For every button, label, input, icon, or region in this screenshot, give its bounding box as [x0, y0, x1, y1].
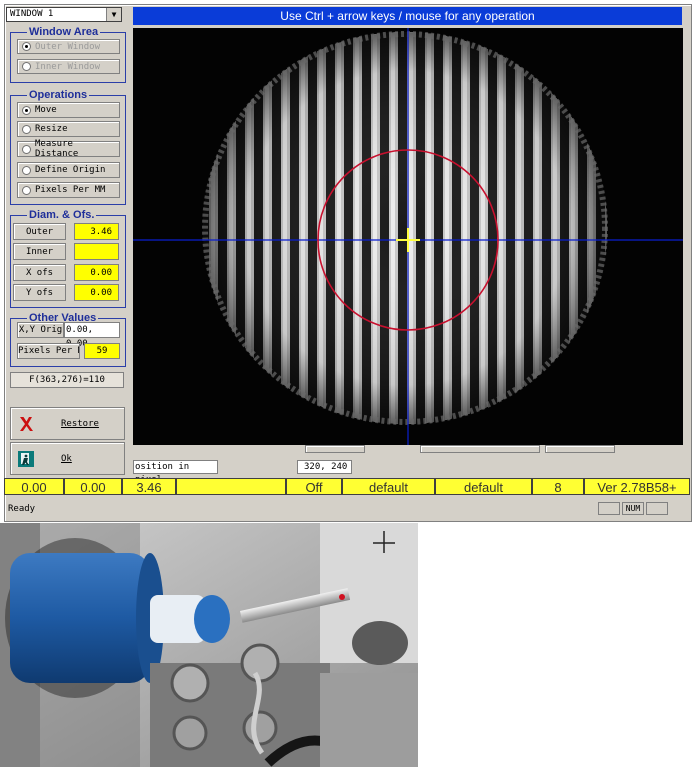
position-label: osition in pixel	[133, 460, 218, 485]
ok-label: Ok	[61, 454, 72, 464]
status-ready: Ready	[8, 504, 36, 514]
radio-icon	[22, 105, 31, 115]
status-default-1: default	[342, 478, 435, 495]
camera-image-viewport[interactable]	[133, 28, 683, 445]
radio-icon	[22, 62, 31, 71]
ok-button[interactable]: Ok	[10, 442, 125, 475]
restore-button[interactable]: Restore	[10, 407, 125, 440]
radio-icon	[22, 42, 31, 51]
window-area-group: Window Area	[10, 26, 126, 83]
interference-image	[133, 28, 683, 445]
radio-icon	[22, 144, 31, 154]
red-x-icon	[20, 417, 33, 431]
radio-icon	[22, 185, 31, 195]
status-default-2: default	[435, 478, 532, 495]
operations-title: Operations	[29, 89, 88, 101]
define-origin-label: Define Origin	[35, 165, 106, 175]
y-ofs-value-field[interactable]: 0.00	[74, 284, 119, 301]
status-mode: Off	[286, 478, 342, 495]
status-version: Ver 2.78B58+	[584, 478, 690, 495]
move-radio[interactable]: Move	[17, 102, 120, 118]
outer-window-radio[interactable]: Outer Window	[17, 39, 120, 54]
inner-value-field[interactable]	[74, 243, 119, 260]
exit-door-icon	[18, 451, 34, 467]
device-photo	[0, 523, 418, 767]
x-ofs-label: X ofs	[13, 264, 66, 281]
hidden-toolbar-button[interactable]	[545, 445, 615, 453]
status-row: 0.00 0.00 3.46 Off default default 8 Ver…	[4, 478, 690, 495]
hidden-toolbar-button[interactable]	[305, 445, 365, 453]
pixels-per-field[interactable]: 59	[84, 343, 120, 359]
window-select[interactable]: WINDOW 1 ▼	[6, 7, 122, 22]
window-area-title: Window Area	[29, 26, 99, 38]
outer-label: Outer	[13, 223, 66, 240]
hidden-toolbar-button[interactable]	[420, 445, 540, 453]
status-box	[646, 502, 668, 515]
outer-value-field[interactable]: 3.46	[74, 223, 119, 240]
inner-window-label: Inner Window	[35, 61, 101, 72]
resize-label: Resize	[35, 124, 68, 134]
xy-orig-field[interactable]: 0.00, 0.00	[64, 322, 120, 349]
status-box	[598, 502, 620, 515]
inner-window-radio[interactable]: Inner Window	[17, 59, 120, 74]
window-select-value: WINDOW 1	[10, 9, 54, 19]
xy-orig-label: X,Y Orig	[17, 322, 64, 338]
pixel-value-readout: F(363,276)=110	[10, 372, 124, 388]
radio-icon	[22, 165, 31, 175]
measure-distance-label: Measure Distance	[35, 139, 79, 159]
status-x-orig: 0.00	[4, 478, 64, 495]
position-value: 320, 240	[297, 460, 352, 474]
move-label: Move	[35, 105, 57, 115]
diam-ofs-title: Diam. & Ofs.	[29, 209, 95, 221]
status-count: 8	[532, 478, 584, 495]
x-ofs-value-field[interactable]: 0.00	[74, 264, 119, 281]
status-outer: 3.46	[122, 478, 176, 495]
restore-label: Restore	[61, 419, 99, 429]
y-ofs-label: Y ofs	[13, 284, 66, 301]
chevron-down-icon[interactable]: ▼	[106, 8, 121, 21]
num-lock-indicator: NUM	[622, 502, 644, 515]
instruction-title-bar: Use Ctrl + arrow keys / mouse for any op…	[133, 7, 682, 25]
inner-label: Inner	[13, 243, 66, 260]
pixels-per-mm-radio[interactable]: Pixels Per MM	[17, 182, 120, 198]
gauge-photo-illustration	[0, 523, 418, 767]
radio-icon	[22, 124, 31, 134]
pixels-per-mm-label: Pixels Per MM	[35, 185, 106, 195]
measure-distance-radio[interactable]: Measure Distance	[17, 139, 120, 159]
define-origin-radio[interactable]: Define Origin	[17, 162, 120, 178]
status-y-orig: 0.00	[64, 478, 122, 495]
resize-radio[interactable]: Resize	[17, 121, 120, 137]
status-inner	[176, 478, 286, 495]
pixels-per-label: Pixels Per M	[17, 343, 80, 359]
outer-window-label: Outer Window	[35, 41, 101, 52]
